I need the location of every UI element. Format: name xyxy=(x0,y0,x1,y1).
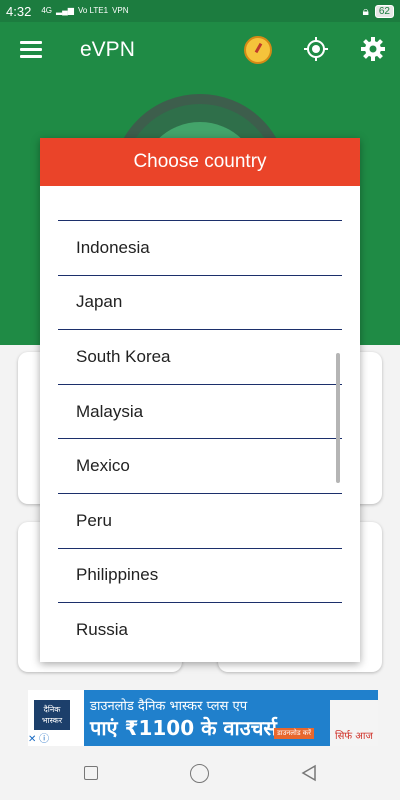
country-item-peru[interactable]: Peru xyxy=(58,492,342,548)
ad-logo[interactable]: दैनिक भास्कर ✕ ⓘ xyxy=(28,690,84,746)
status-bar: 4:32 4G ▂▄▆ Vo LTE1 VPN 🔒︎ 62 xyxy=(0,0,400,22)
vpn-key-icon: VPN xyxy=(112,6,129,15)
battery-indicator: 62 xyxy=(374,4,394,18)
app-bar: eVPN xyxy=(0,22,400,80)
speedometer-icon[interactable] xyxy=(244,36,272,64)
country-item-south-korea[interactable]: South Korea xyxy=(58,329,342,384)
country-item-indonesia[interactable]: Indonesia xyxy=(58,220,342,275)
back-icon[interactable] xyxy=(300,764,318,782)
ad-download-button[interactable]: डाउनलोड करें xyxy=(274,728,315,739)
lock-icon: 🔒︎ xyxy=(362,3,369,18)
dialog-title: Choose country xyxy=(40,138,360,186)
country-item-mexico[interactable]: Mexico xyxy=(58,438,342,493)
country-item-malaysia[interactable]: Malaysia xyxy=(58,383,342,439)
ad-banner[interactable]: दैनिक भास्कर ✕ ⓘ डाउनलोड दैनिक भास्कर प्… xyxy=(28,690,378,746)
crosshair-icon[interactable] xyxy=(303,36,329,62)
ad-creative[interactable]: डाउनलोड दैनिक भास्कर प्लस एप पाएं ₹1100 … xyxy=(84,690,378,746)
choose-country-dialog: Choose country Indonesia Japan South Kor… xyxy=(40,138,360,662)
country-list[interactable]: Indonesia Japan South Korea Malaysia Mex… xyxy=(58,220,342,657)
gear-icon[interactable] xyxy=(360,36,386,62)
home-icon[interactable] xyxy=(190,764,209,783)
status-time: 4:32 xyxy=(6,3,32,19)
menu-icon[interactable] xyxy=(20,41,42,59)
list-scrollbar[interactable] xyxy=(336,353,340,483)
ad-headline: डाउनलोड दैनिक भास्कर प्लस एप xyxy=(90,699,248,714)
network-type: 4G xyxy=(41,6,52,15)
ad-corner-label: सिर्फ आज xyxy=(330,700,378,746)
signal-icon: ▂▄▆ xyxy=(55,6,74,15)
ad-choices-icon[interactable]: ✕ ⓘ xyxy=(28,730,49,745)
country-item-russia[interactable]: Russia xyxy=(58,602,342,657)
system-nav-bar xyxy=(0,752,400,800)
volte-indicator: Vo LTE1 xyxy=(77,6,109,15)
country-item-philippines[interactable]: Philippines xyxy=(58,547,342,603)
ad-offer: पाएं ₹1100 के वाउचर्स xyxy=(90,716,277,740)
country-item-japan[interactable]: Japan xyxy=(58,274,342,330)
ad-logo-text: दैनिक भास्कर xyxy=(34,700,70,730)
app-title: eVPN xyxy=(80,38,135,61)
recents-icon[interactable] xyxy=(84,766,98,780)
